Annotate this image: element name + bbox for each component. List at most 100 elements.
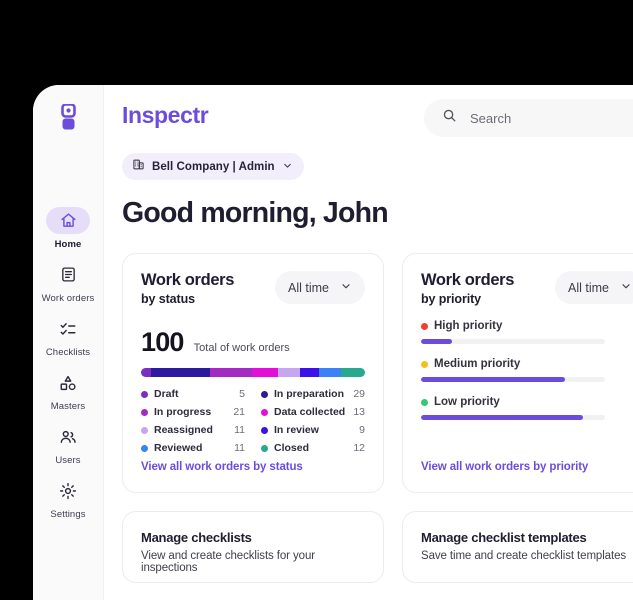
content-area: Bell Company | Admin Good morning, John … bbox=[104, 145, 633, 583]
legend-color-dot bbox=[261, 408, 268, 416]
legend-label: In progress bbox=[154, 406, 212, 418]
chevron-down-icon bbox=[340, 279, 352, 297]
legend-item: Reviewed 11 bbox=[141, 442, 245, 454]
priority-label: High priority bbox=[434, 320, 503, 332]
legend-color-dot bbox=[141, 444, 148, 452]
legend-item: Draft 5 bbox=[141, 388, 245, 400]
users-icon bbox=[46, 423, 90, 450]
legend-color-dot bbox=[141, 408, 148, 416]
inspectr-logo-icon[interactable] bbox=[51, 100, 85, 134]
org-selector-chip[interactable]: Bell Company | Admin bbox=[122, 153, 304, 180]
chevron-down-icon bbox=[282, 158, 293, 176]
chevron-down-icon bbox=[620, 279, 632, 297]
card-heading-group: Work orders by priority bbox=[421, 271, 514, 306]
legend-label: Reassigned bbox=[154, 424, 213, 436]
search-bar[interactable] bbox=[424, 99, 633, 137]
manage-checklists-card[interactable]: Manage checklists View and create checkl… bbox=[122, 511, 384, 583]
legend-color-dot bbox=[261, 390, 268, 398]
sidebar-item-label: Checklists bbox=[45, 347, 91, 358]
range-label: All time bbox=[568, 280, 609, 295]
legend-value: 13 bbox=[353, 406, 365, 418]
status-segment bbox=[251, 368, 279, 377]
status-distribution-bar bbox=[141, 368, 365, 377]
info-card-title: Manage checklists bbox=[141, 530, 252, 545]
sidebar-item-users[interactable]: Users bbox=[33, 423, 103, 467]
status-segment bbox=[151, 368, 210, 377]
search-input[interactable] bbox=[470, 110, 633, 126]
priority-rows: High priority Medium priority Low priority bbox=[421, 320, 633, 420]
sidebar-item-home[interactable]: Home bbox=[33, 207, 103, 251]
main-area: Inspectr Bell Company | Admin bbox=[104, 85, 633, 600]
info-card-description: View and create checklists for your insp… bbox=[141, 550, 315, 574]
search-icon bbox=[442, 108, 457, 128]
card-subtitle: by status bbox=[141, 292, 195, 306]
priority-color-dot bbox=[421, 322, 428, 330]
manage-checklist-templates-card[interactable]: Manage checklist templates Save time and… bbox=[402, 511, 633, 583]
view-all-by-priority-link[interactable]: View all work orders by priority bbox=[421, 461, 588, 473]
info-card-description: Save time and create checklist templates bbox=[421, 550, 627, 562]
legend-color-dot bbox=[261, 444, 268, 452]
priority-color-dot bbox=[421, 360, 428, 368]
view-all-by-status-link[interactable]: View all work orders by status bbox=[141, 461, 303, 473]
card-header: Work orders by status All time bbox=[141, 271, 365, 306]
status-segment bbox=[209, 368, 252, 377]
legend-value: 5 bbox=[239, 388, 245, 400]
priority-progress-track bbox=[421, 415, 605, 420]
sidebar-item-checklists[interactable]: Checklists bbox=[33, 315, 103, 359]
sidebar-nav: Home Work orders Checklists Masters User… bbox=[33, 207, 103, 521]
legend-color-dot bbox=[141, 426, 148, 434]
priority-label: Low priority bbox=[434, 396, 500, 408]
priority-progress-fill bbox=[421, 415, 583, 420]
shapes-icon bbox=[46, 369, 90, 396]
status-segment bbox=[141, 368, 152, 377]
checklist-icon bbox=[46, 315, 90, 342]
legend-item: In progress 21 bbox=[141, 406, 245, 418]
work-orders-by-priority-card: Work orders by priority All time High pr… bbox=[402, 253, 633, 493]
legend-label: In review bbox=[274, 424, 319, 436]
card-title: Work orders bbox=[421, 271, 515, 289]
sidebar-item-label: Masters bbox=[50, 401, 86, 412]
app-wordmark: Inspectr bbox=[122, 101, 209, 128]
card-title: Work orders bbox=[141, 271, 235, 289]
priority-progress-track bbox=[421, 339, 605, 344]
app-window: Home Work orders Checklists Masters User… bbox=[33, 85, 633, 600]
sidebar-item-work-orders[interactable]: Work orders bbox=[33, 261, 103, 305]
card-header: Work orders by priority All time bbox=[421, 271, 633, 306]
range-label: All time bbox=[288, 280, 329, 295]
priority-progress-fill bbox=[421, 377, 565, 382]
legend-label: Reviewed bbox=[154, 442, 203, 454]
status-legend: Draft 5 In preparation 29 In progress 21 Data … bbox=[141, 388, 365, 454]
priority-label: Medium priority bbox=[434, 358, 521, 370]
legend-value: 29 bbox=[353, 388, 365, 400]
priority-row-header: High priority bbox=[421, 320, 633, 332]
legend-value: 9 bbox=[359, 424, 365, 436]
work-orders-by-status-card: Work orders by status All time 100 Total… bbox=[122, 253, 384, 493]
legend-color-dot bbox=[141, 390, 148, 398]
priority-range-dropdown[interactable]: All time bbox=[555, 271, 633, 304]
legend-label: Data collected bbox=[274, 406, 346, 418]
building-icon bbox=[132, 158, 145, 176]
card-heading-group: Work orders by status bbox=[141, 271, 234, 306]
priority-progress-track bbox=[421, 377, 605, 382]
status-range-dropdown[interactable]: All time bbox=[275, 271, 365, 304]
legend-value: 12 bbox=[353, 442, 365, 454]
sidebar-item-settings[interactable]: Settings bbox=[33, 477, 103, 521]
priority-row: High priority bbox=[421, 320, 633, 344]
status-segment bbox=[278, 368, 301, 377]
org-chip-label: Bell Company | Admin bbox=[152, 160, 275, 173]
legend-label: Closed bbox=[274, 442, 310, 454]
status-segment bbox=[340, 368, 365, 377]
sidebar-item-label: Settings bbox=[50, 509, 86, 520]
priority-row-header: Medium priority bbox=[421, 358, 633, 370]
priority-color-dot bbox=[421, 398, 428, 406]
legend-value: 21 bbox=[233, 406, 245, 418]
sidebar-item-masters[interactable]: Masters bbox=[33, 369, 103, 413]
legend-item: Data collected 13 bbox=[261, 406, 365, 418]
legend-item: Closed 12 bbox=[261, 442, 365, 454]
home-icon bbox=[46, 207, 90, 234]
legend-item: In review 9 bbox=[261, 424, 365, 436]
info-cards-row: Manage checklists View and create checkl… bbox=[122, 511, 633, 583]
sidebar-item-label: Home bbox=[54, 239, 82, 250]
gear-icon bbox=[46, 477, 90, 504]
inspectr-logo-icon-svg bbox=[60, 104, 76, 130]
